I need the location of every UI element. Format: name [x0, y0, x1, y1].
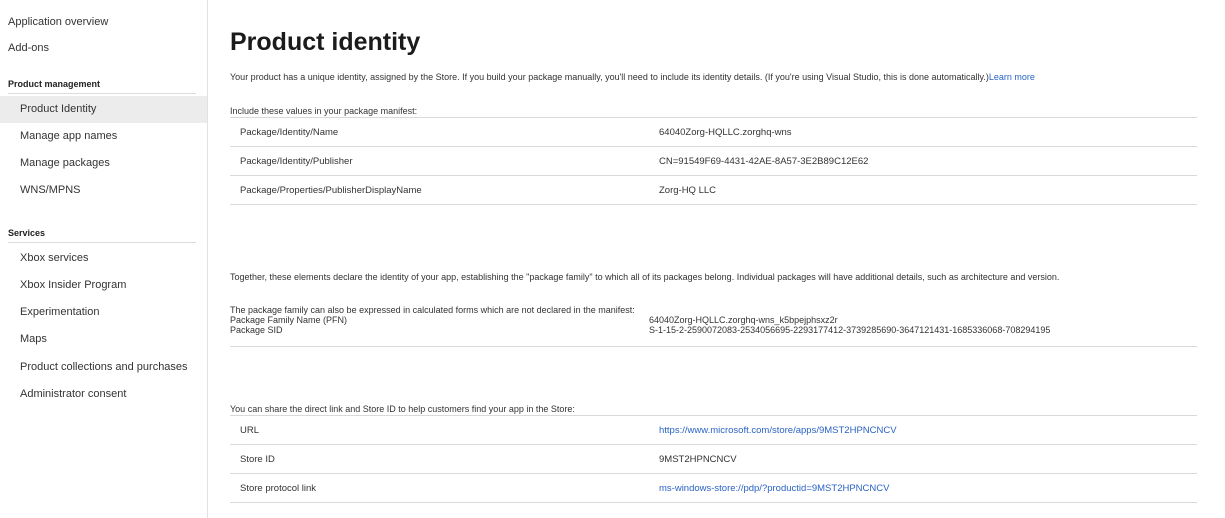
sidebar-item-manage-app-names[interactable]: Manage app names	[0, 123, 207, 150]
row-key: Package/Identity/Publisher	[240, 156, 353, 167]
calc-key: Package SID	[230, 325, 283, 335]
learn-more-link[interactable]: Learn more	[989, 72, 1035, 82]
row-key: URL	[240, 425, 260, 436]
main-content: Product identity Your product has a uniq…	[230, 0, 1220, 518]
row-value: CN=91549F69-4431-42AE-8A57-3E2B89C12E62	[659, 156, 869, 167]
table-row: Store ID 9MST2HPNCNCV	[230, 445, 1197, 474]
nav-add-ons[interactable]: Add-ons	[8, 42, 49, 54]
table-row: Package/Identity/Publisher CN=91549F69-4…	[230, 147, 1197, 176]
store-url-link[interactable]: https://www.microsoft.com/store/apps/9MS…	[659, 416, 897, 445]
share-label: You can share the direct link and Store …	[230, 404, 575, 414]
nav-application-overview[interactable]: Application overview	[8, 16, 108, 28]
row-key: Package/Identity/Name	[240, 127, 339, 138]
table-row: Package/Identity/Name 64040Zorg-HQLLC.zo…	[230, 118, 1197, 147]
manifest-table: Package/Identity/Name 64040Zorg-HQLLC.zo…	[230, 117, 1197, 205]
sidebar-item-maps[interactable]: Maps	[0, 326, 207, 353]
row-key: Package/Properties/PublisherDisplayName	[240, 185, 422, 196]
sidebar-item-experimentation[interactable]: Experimentation	[0, 299, 207, 326]
calc-key: Package Family Name (PFN)	[230, 315, 348, 325]
divider	[230, 346, 1197, 347]
row-value: 64040Zorg-HQLLC.zorghq-wns	[659, 127, 792, 138]
sidebar-item-product-collections[interactable]: Product collections and purchases	[0, 354, 207, 381]
share-table: URL https://www.microsoft.com/store/apps…	[230, 415, 1197, 503]
table-row: Store protocol link ms-windows-store://p…	[230, 474, 1197, 503]
row-value: Zorg-HQ LLC	[659, 185, 717, 196]
calculated-forms-label: The package family can also be expressed…	[230, 305, 635, 315]
table-row: URL https://www.microsoft.com/store/apps…	[230, 416, 1197, 445]
section-heading-services: Services	[8, 228, 46, 238]
section-heading-product-management: Product management	[8, 79, 101, 89]
calc-value: S-1-15-2-2590072083-2534056695-229317741…	[649, 325, 1051, 335]
section-divider	[8, 242, 196, 243]
intro-description: Your product has a unique identity, assi…	[230, 72, 989, 82]
sidebar-item-manage-packages[interactable]: Manage packages	[0, 150, 207, 177]
intro-text: Your product has a unique identity, assi…	[230, 72, 1035, 82]
store-protocol-link[interactable]: ms-windows-store://pdp/?productid=9MST2H…	[659, 474, 889, 503]
store-id-value: 9MST2HPNCNCV	[659, 454, 737, 465]
calc-row-package-sid: Package SID S-1-15-2-2590072083-25340566…	[230, 325, 1197, 335]
row-key: Store protocol link	[240, 483, 317, 494]
sidebar-item-wns-mpns[interactable]: WNS/MPNS	[0, 177, 207, 204]
sidebar-item-product-identity[interactable]: Product Identity	[0, 96, 207, 123]
calc-row-pfn: Package Family Name (PFN) 64040Zorg-HQLL…	[230, 315, 1197, 325]
sidebar: Application overview Add-ons Product man…	[0, 0, 208, 518]
row-key: Store ID	[240, 454, 275, 465]
calc-value: 64040Zorg-HQLLC.zorghq-wns_k5bpejphsxz2r	[649, 315, 838, 325]
sidebar-item-administrator-consent[interactable]: Administrator consent	[0, 381, 207, 408]
page-title: Product identity	[230, 28, 421, 56]
section-divider	[8, 93, 196, 94]
sidebar-item-xbox-services[interactable]: Xbox services	[0, 245, 207, 272]
sidebar-item-xbox-insider-program[interactable]: Xbox Insider Program	[0, 272, 207, 299]
table-row: Package/Properties/PublisherDisplayName …	[230, 176, 1197, 205]
manifest-label: Include these values in your package man…	[230, 106, 418, 116]
package-family-description: Together, these elements declare the ide…	[230, 272, 1060, 282]
